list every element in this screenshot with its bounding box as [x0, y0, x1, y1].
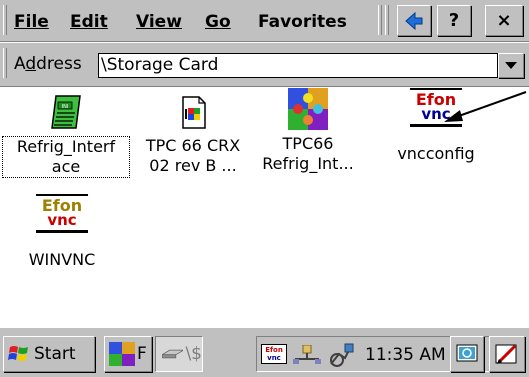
input-panel-button[interactable]: [489, 336, 525, 372]
menu-go[interactable]: Go: [205, 12, 231, 32]
file-label-line1: TPC66: [282, 134, 334, 153]
efon-vnc-icon: Efon vnc: [34, 194, 90, 244]
chevron-down-icon: [505, 61, 517, 69]
menu-edit[interactable]: Edit: [70, 12, 108, 32]
file-list: INI Refrig_Interf ace TPC 66 CRX 02 rev B …: [0, 88, 529, 327]
pen-input-icon: [495, 344, 517, 364]
windows-doc-icon: [175, 94, 211, 130]
address-bar: Address \Storage Card: [0, 43, 529, 87]
storage-card-icon: [162, 349, 184, 359]
desktop-button[interactable]: [450, 336, 484, 372]
toolbar-grip[interactable]: [378, 5, 382, 35]
desktop-icon: [456, 344, 478, 362]
annotation-arrow: [444, 91, 527, 122]
file-winvnc[interactable]: Efon vnc WINVNC: [2, 194, 122, 270]
help-button[interactable]: ?: [437, 5, 471, 36]
file-refrig-interface[interactable]: INI Refrig_Interf ace: [2, 94, 130, 178]
taskbar: Start F \$ Efon vnc 11:35 AM: [0, 327, 529, 377]
task2-label: \$: [185, 344, 202, 364]
puzzle-app-icon: [109, 342, 135, 366]
back-arrow-icon: [405, 11, 423, 30]
addressbar-grip[interactable]: [3, 48, 7, 78]
close-button[interactable]: ×: [485, 5, 523, 36]
address-dropdown-button[interactable]: [498, 53, 524, 78]
menu-file[interactable]: File: [14, 12, 49, 32]
task-storage-card[interactable]: \$: [155, 336, 203, 372]
tray-efon-vnc-icon[interactable]: Efon vnc: [261, 344, 287, 364]
task-app-1[interactable]: F: [104, 336, 152, 372]
network-icon[interactable]: [293, 345, 321, 365]
menu-view[interactable]: View: [136, 12, 182, 32]
puzzle-app-icon: [288, 88, 328, 130]
menu-bar: File Edit View Go Favorites ? ×: [0, 0, 529, 42]
back-button[interactable]: [397, 5, 431, 36]
windows-flag-icon: [8, 346, 28, 361]
address-label: Address: [14, 54, 82, 74]
file-tpc66-refrig[interactable]: TPC66 Refrig_Int...: [248, 88, 368, 174]
file-tpc66-crx[interactable]: TPC 66 CRX 02 rev B ...: [133, 94, 253, 176]
task1-label: F: [137, 344, 147, 364]
menubar-grip[interactable]: [3, 5, 7, 35]
toolbar-grip-2[interactable]: [385, 5, 389, 35]
file-label-line1: TPC 66 CRX: [145, 136, 241, 155]
start-label: Start: [34, 344, 76, 364]
start-button[interactable]: Start: [3, 336, 95, 372]
file-label-line2: Refrig_Int...: [262, 154, 354, 173]
address-input[interactable]: \Storage Card: [98, 53, 498, 78]
file-label-line1: Refrig_Interf: [16, 137, 116, 156]
svg-text:INI: INI: [62, 104, 69, 110]
connection-icon[interactable]: [327, 342, 355, 368]
file-label-line2: 02 rev B ...: [149, 156, 237, 175]
vnc-text: vnc: [47, 211, 77, 229]
file-label-line2: ace: [51, 157, 81, 176]
menu-favorites[interactable]: Favorites: [258, 12, 347, 32]
ini-notepad-icon: INI: [48, 94, 84, 130]
clock[interactable]: 11:35 AM: [365, 345, 446, 365]
